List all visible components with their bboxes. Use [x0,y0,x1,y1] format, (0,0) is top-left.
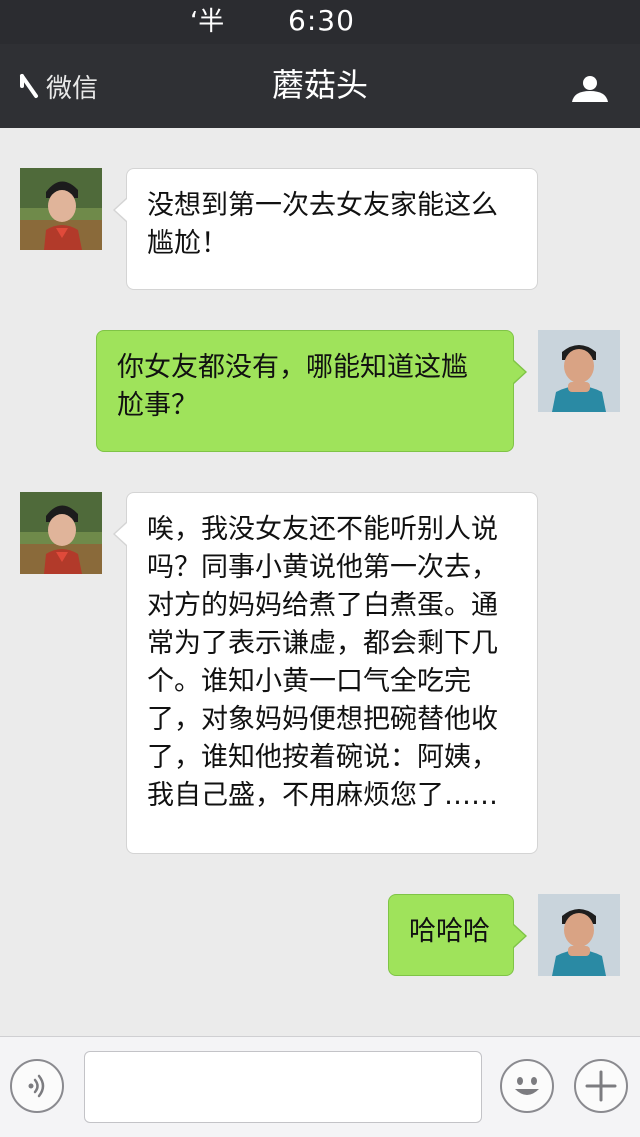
status-carrier: ‘半 [190,7,225,37]
friend-avatar[interactable] [20,168,102,250]
my-avatar-image [538,894,620,976]
nav-bar: 微信 蘑菇头 [0,44,640,128]
friend-avatar-image [20,168,102,250]
more-button[interactable] [574,1059,628,1113]
voice-icon [28,1074,45,1098]
message-text: 没想到第一次去女友家能这么尴尬！ [147,190,498,259]
message-text: 哈哈哈 [409,916,490,947]
plus-icon [585,1070,617,1102]
emoji-icon [515,1077,539,1095]
incoming-message-bubble[interactable]: 唉，我没女友还不能听别人说吗？同事小黄说他第一次去，对方的妈妈给煮了白煮蛋。通常… [113,492,538,854]
status-time: 6:30 [288,4,355,37]
chat-title: 蘑菇头 [271,66,368,104]
friend-avatar-image [20,492,102,574]
message-input[interactable] [84,1051,482,1123]
message-text: 唉，我没女友还不能听别人说吗？同事小黄说他第一次去，对方的妈妈给煮了白煮蛋。通常… [147,514,498,811]
input-bar [0,1036,640,1137]
chat-area[interactable]: 没想到第一次去女友家能这么尴尬！ 你女友都没有，哪能知道这尴尬事？ 唉，我没女友… [0,128,640,1036]
my-avatar[interactable] [538,330,620,412]
friend-avatar[interactable] [20,492,102,574]
incoming-message-bubble[interactable]: 没想到第一次去女友家能这么尴尬！ [113,168,538,290]
status-bar: ‘半 6:30 [0,0,640,44]
person-icon [572,76,608,102]
voice-button[interactable] [10,1059,64,1113]
message-text: 你女友都没有，哪能知道这尴尬事？ [117,352,468,421]
outgoing-message-bubble[interactable]: 哈哈哈 [388,894,527,976]
chat-info-button[interactable] [570,74,610,104]
my-avatar[interactable] [538,894,620,976]
emoji-button[interactable] [500,1059,554,1113]
my-avatar-image [538,330,620,412]
outgoing-message-bubble[interactable]: 你女友都没有，哪能知道这尴尬事？ [96,330,527,452]
